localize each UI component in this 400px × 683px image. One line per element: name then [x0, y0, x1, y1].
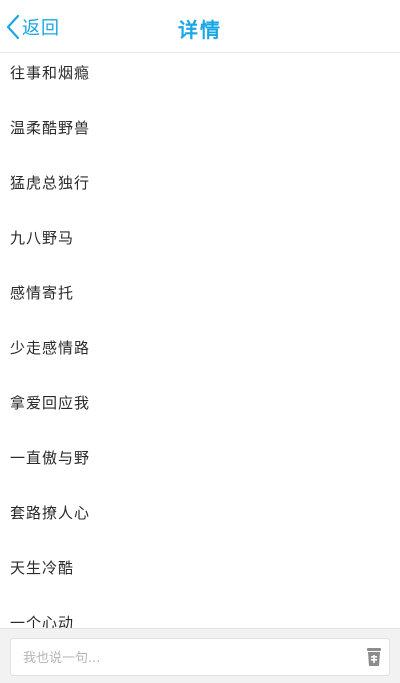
- list-item[interactable]: 猛虎总独行: [10, 168, 90, 198]
- list-item[interactable]: 套路撩人心: [10, 498, 90, 528]
- list-item[interactable]: 九八野马: [10, 223, 74, 253]
- list-item[interactable]: 少走感情路: [10, 333, 90, 363]
- page-title: 详情: [178, 18, 222, 42]
- list-item[interactable]: 一个心动: [10, 608, 74, 628]
- screen: 返回 详情 往事和烟瘾 温柔酷野兽 猛虎总独行 九八野马 感情寄托 少走感情路 …: [0, 0, 400, 683]
- header: 返回 详情: [0, 0, 400, 53]
- item-list: 往事和烟瘾 温柔酷野兽 猛虎总独行 九八野马 感情寄托 少走感情路 拿爱回应我 …: [0, 53, 400, 628]
- list-item[interactable]: 往事和烟瘾: [10, 58, 90, 88]
- list-item[interactable]: 温柔酷野兽: [10, 113, 90, 143]
- list-item[interactable]: 天生冷酷: [10, 553, 74, 583]
- list-item[interactable]: 拿爱回应我: [10, 388, 90, 418]
- comment-input[interactable]: [21, 639, 355, 677]
- comment-bar: [0, 628, 400, 683]
- list-item[interactable]: 一直傲与野: [10, 443, 90, 473]
- list-item[interactable]: 感情寄托: [10, 278, 74, 308]
- comment-box: [10, 638, 390, 677]
- cup-icon[interactable]: [365, 647, 383, 667]
